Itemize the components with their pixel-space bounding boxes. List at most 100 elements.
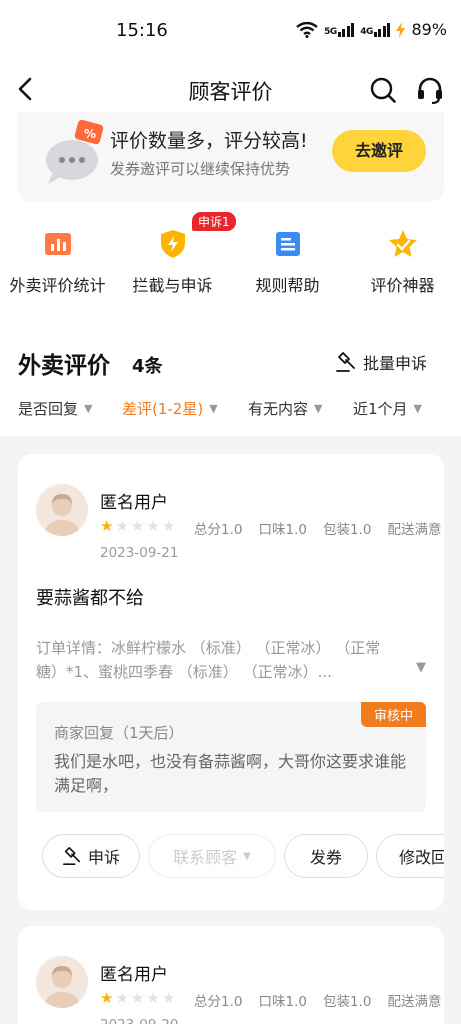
- reply-text: 我们是水吧，也没有备蒜酱啊，大哥你这要求谁能满足啊，: [54, 752, 407, 795]
- batch-appeal-button[interactable]: 批量申诉: [335, 350, 427, 374]
- star-rating: ★ ★ ★ ★ ★: [100, 989, 175, 1007]
- star-empty-icon: ★: [115, 517, 129, 535]
- signal-4g: 4G: [360, 22, 391, 37]
- entry-review-tool[interactable]: 评价神器: [345, 218, 460, 296]
- entry-label: 拦截与申诉: [132, 276, 213, 295]
- review-date: 2023-09-20: [100, 1017, 178, 1024]
- filter-bar: 是否回复 ▼ 差评(1-2星) ▼ 有无内容 ▼ 近1个月 ▼: [0, 398, 461, 422]
- signal-5g: 5G: [324, 22, 355, 37]
- appeal-button[interactable]: 申诉: [42, 834, 140, 878]
- bar-chart-icon: [44, 233, 71, 255]
- score-breakdown: 总分1.0 口味1.0 包装1.0 配送满意: [194, 990, 441, 1010]
- score-delivery: 配送满意: [387, 522, 442, 538]
- review-count: 4条: [132, 356, 163, 377]
- status-bar: 15:16 5G 4G 89%: [0, 0, 461, 60]
- score-package: 包装1.0: [322, 522, 372, 538]
- star-empty-icon: ★: [161, 517, 176, 535]
- edit-reply-button[interactable]: 修改回复: [376, 834, 444, 878]
- star-empty-icon: ★: [130, 517, 145, 535]
- star-empty-icon: ★: [146, 517, 160, 535]
- quick-entries: 外卖评价统计 拦截与申诉 申诉1 规则帮助 评价神器: [0, 212, 461, 298]
- status-time: 15:16: [116, 20, 168, 41]
- review-comment: 要蒜酱都不给: [36, 588, 144, 609]
- star-empty-icon: ★: [146, 989, 160, 1007]
- signal-5g-label: 5G: [324, 26, 337, 37]
- wifi-icon: [296, 21, 318, 38]
- contact-label: 联系顾客: [173, 848, 238, 867]
- entry-label: 外卖评价统计: [9, 276, 106, 295]
- review-date: 2023-09-21: [100, 545, 179, 561]
- score-taste: 口味1.0: [258, 994, 307, 1010]
- shield-bolt-icon: [160, 230, 185, 258]
- star-icon: [388, 230, 417, 257]
- review-actions: 申诉 联系顾客 ▼ 发券 修改回复: [42, 834, 444, 880]
- banner-title: 评价数量多，评分较高!: [110, 130, 308, 152]
- star-filled-icon: ★: [100, 989, 114, 1007]
- user-avatar-icon: [44, 494, 80, 536]
- score-total: 总分1.0: [194, 994, 243, 1010]
- chevron-down-icon: ▼: [209, 402, 218, 415]
- star-rating: ★ ★ ★ ★ ★: [100, 517, 175, 535]
- star-filled-icon: ★: [100, 517, 114, 535]
- entry-review-stats[interactable]: 外卖评价统计: [0, 218, 115, 296]
- document-icon: [275, 232, 300, 256]
- header: 顾客评价: [0, 60, 461, 118]
- signal-4g-label: 4G: [360, 26, 373, 37]
- charging-bolt-icon: [396, 21, 406, 38]
- appeal-label: 申诉: [87, 848, 120, 867]
- avatar: [36, 484, 88, 536]
- invite-review-button[interactable]: 去邀评: [332, 130, 426, 172]
- section-title: 外卖评价: [18, 353, 110, 379]
- coupon-chat-icon: %: [46, 119, 104, 184]
- chevron-down-icon: ▼: [243, 850, 251, 862]
- score-total: 总分1.0: [194, 522, 243, 538]
- chevron-down-icon: ▼: [413, 402, 423, 415]
- reply-status-badge: 审核中: [360, 702, 426, 727]
- user-name: 匿名用户: [100, 965, 168, 985]
- filter-label: 近1个月: [353, 400, 408, 418]
- filter-bad-reviews[interactable]: 差评(1-2星) ▼: [122, 398, 218, 419]
- star-empty-icon: ★: [130, 989, 145, 1007]
- contact-customer-button[interactable]: 联系顾客 ▼: [148, 834, 276, 878]
- avatar: [36, 956, 88, 1008]
- filter-label: 有无内容: [248, 400, 309, 418]
- expand-chevron-icon[interactable]: ▼: [416, 660, 426, 675]
- search-icon[interactable]: [369, 76, 397, 104]
- score-package: 包装1.0: [322, 994, 372, 1010]
- coupon-label: 发券: [309, 848, 342, 867]
- score-taste: 口味1.0: [258, 522, 307, 538]
- user-avatar-icon: [44, 966, 80, 1008]
- banner-subtitle: 发券邀评可以继续保持优势: [110, 160, 291, 178]
- chevron-down-icon: ▼: [314, 402, 323, 415]
- status-indicators: 5G 4G 89%: [296, 20, 447, 39]
- review-card: 匿名用户 ★ ★ ★ ★ ★ 总分1.0 口味1.0 包装1.0 配送满意 20…: [18, 926, 444, 1024]
- entry-label: 规则帮助: [255, 276, 320, 295]
- filter-label: 是否回复: [18, 400, 79, 418]
- chevron-down-icon: ▼: [84, 402, 93, 415]
- filter-replied[interactable]: 是否回复 ▼: [18, 398, 92, 419]
- edit-label: 修改回复: [398, 848, 444, 867]
- signal-bars-icon: [373, 22, 391, 37]
- send-coupon-button[interactable]: 发券: [284, 834, 368, 878]
- review-card: 匿名用户 ★ ★ ★ ★ ★ 总分1.0 口味1.0 包装1.0 配送满意 20…: [18, 454, 444, 910]
- signal-bars-icon: [337, 22, 355, 37]
- filter-date-range[interactable]: 近1个月 ▼: [353, 398, 422, 419]
- entry-label: 评价神器: [370, 276, 435, 295]
- filter-has-content[interactable]: 有无内容 ▼: [248, 398, 322, 419]
- star-empty-icon: ★: [115, 989, 129, 1007]
- star-empty-icon: ★: [161, 989, 176, 1007]
- order-line: 糖）*1、蜜桃四季春 （标准） （正常冰）...: [36, 663, 332, 681]
- merchant-reply: 审核中 商家回复（1天后） 我们是水吧，也没有备蒜酱啊，大哥你这要求谁能满足啊，: [36, 702, 426, 812]
- order-line: 订单详情：冰鲜柠檬水 （标准） （正常冰） （正常: [36, 639, 381, 657]
- gavel-icon: [336, 352, 355, 372]
- user-name: 匿名用户: [100, 493, 168, 513]
- headset-icon[interactable]: [415, 75, 445, 105]
- invite-banner: % 评价数量多，评分较高! 发券邀评可以继续保持优势 去邀评: [18, 112, 444, 202]
- order-details[interactable]: 订单详情：冰鲜柠檬水 （标准） （正常冰） （正常 糖）*1、蜜桃四季春 （标准…: [36, 636, 426, 684]
- entry-rules-help[interactable]: 规则帮助: [230, 218, 345, 296]
- gavel-icon: [62, 847, 81, 865]
- svg-text:%: %: [84, 127, 96, 141]
- filter-label: 差评(1-2星): [122, 400, 204, 418]
- battery-level: 89%: [411, 20, 447, 39]
- batch-appeal-label: 批量申诉: [362, 354, 427, 373]
